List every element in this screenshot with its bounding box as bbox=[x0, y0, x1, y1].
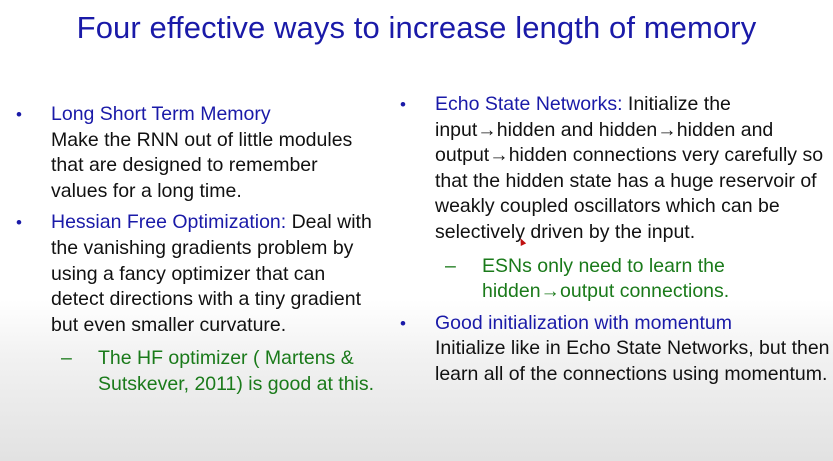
bullet-hessian-free: • Hessian Free Optimization: Deal with t… bbox=[16, 210, 376, 397]
bullet-good-init: • Good initialization with momentum Init… bbox=[400, 311, 830, 388]
left-column: • Long Short Term Memory Make the RNN ou… bbox=[16, 102, 376, 404]
bullet-lstm: • Long Short Term Memory Make the RNN ou… bbox=[16, 102, 376, 204]
slide-title: Four effective ways to increase length o… bbox=[76, 10, 757, 45]
dash-marker: – bbox=[61, 347, 72, 370]
sub-bullet-text: ESNs only need to learn the hidden→outpu… bbox=[482, 254, 730, 303]
bullet-heading: Long Short Term Memory bbox=[51, 103, 271, 125]
bullet-marker: • bbox=[400, 313, 406, 333]
sub-bullet-hf: – The HF optimizer ( Martens & Sutskever… bbox=[61, 346, 376, 397]
bullet-marker: • bbox=[400, 95, 406, 114]
sub-bullet-text: The HF optimizer ( Martens & Sutskever, … bbox=[98, 347, 375, 395]
bullet-heading: Good initialization with momentum bbox=[435, 311, 732, 334]
bullet-marker: • bbox=[16, 105, 22, 124]
bullet-text: Hessian Free Optimization: Deal with the… bbox=[51, 210, 376, 338]
bullet-body: Initialize like in Echo State Networks, … bbox=[435, 337, 830, 385]
right-column: • Echo State Networks: Initialize the in… bbox=[400, 92, 830, 394]
bullet-echo-state: • Echo State Networks: Initialize the in… bbox=[400, 92, 830, 305]
bullet-marker: • bbox=[16, 213, 22, 233]
dash-marker: – bbox=[445, 254, 456, 277]
sub-bullet-esn: – ESNs only need to learn the hidden→out… bbox=[445, 254, 830, 305]
bullet-heading: Hessian Free Optimization: bbox=[51, 211, 287, 234]
bullet-body: Initialize the input→hidden and hidden→h… bbox=[435, 93, 824, 243]
bullet-body: Make the RNN out of little modules that … bbox=[51, 128, 353, 202]
bullet-text: Echo State Networks: Initialize the inpu… bbox=[435, 92, 830, 246]
bullet-heading: Echo State Networks: bbox=[435, 93, 623, 115]
